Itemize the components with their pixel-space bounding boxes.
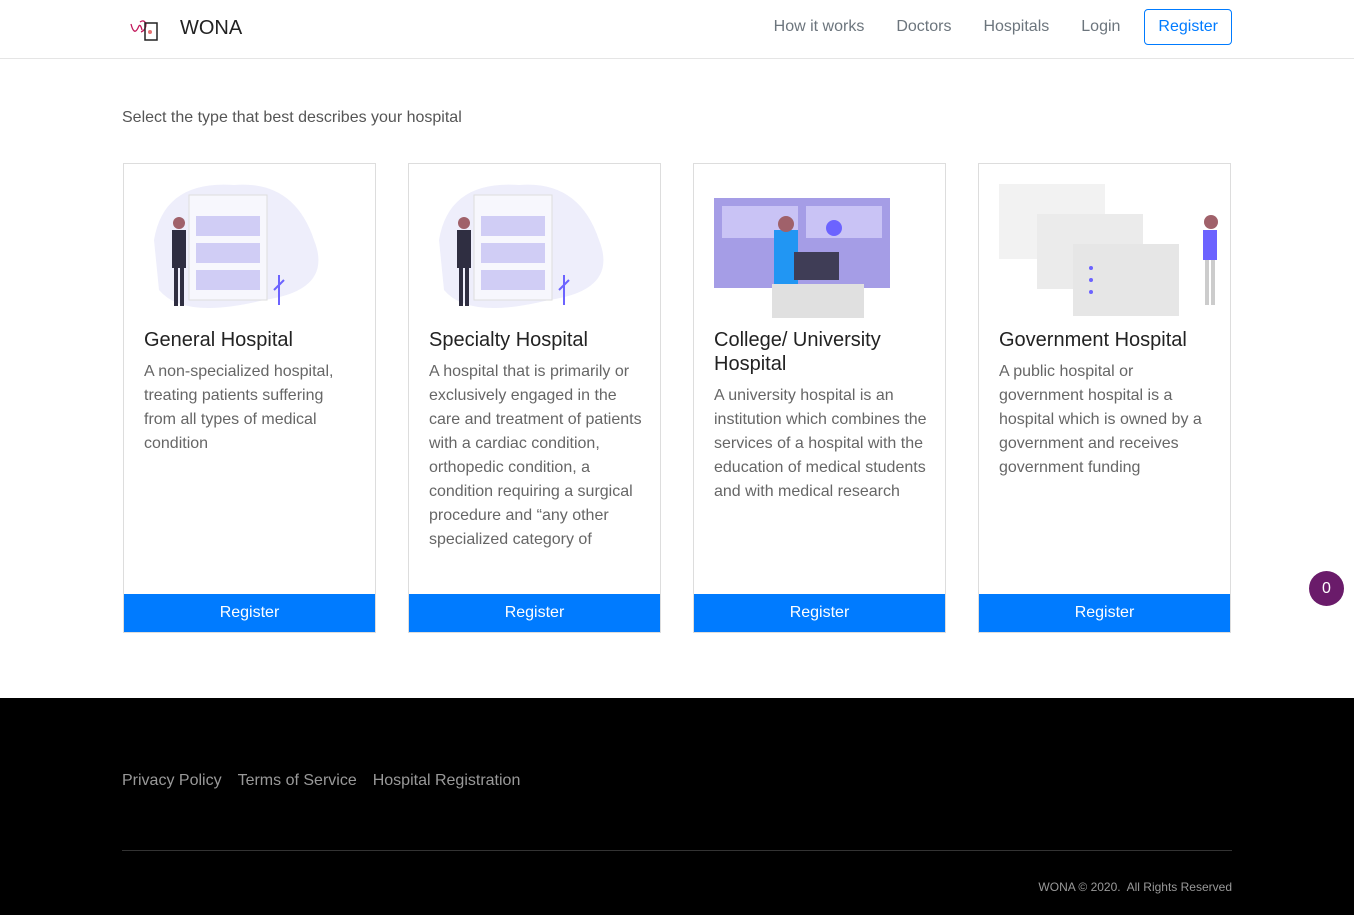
footer-privacy-link[interactable]: Privacy Policy [122, 772, 222, 790]
footer-divider [122, 850, 1232, 851]
card-general-hospital: General Hospital A non-specialized hospi… [123, 163, 376, 633]
copyright: WONA © 2020. All Rights Reserved [1038, 880, 1232, 894]
nav-register-button[interactable]: Register [1144, 9, 1232, 45]
card-title: Specialty Hospital [429, 329, 588, 351]
card-title: General Hospital [144, 329, 293, 351]
card-description: A university hospital is an institution … [714, 387, 927, 500]
students-illustration [714, 198, 890, 318]
register-government-button[interactable]: Register [979, 594, 1230, 632]
documents-illustration [999, 184, 1218, 316]
card-government-hospital: Government Hospital A public hospital or… [978, 163, 1231, 633]
card-university-hospital: College/ University Hospital A universit… [693, 163, 946, 633]
nav-hospitals[interactable]: Hospitals [983, 18, 1049, 36]
card-title: College/ University Hospital [714, 329, 881, 375]
footer-hospital-registration-link[interactable]: Hospital Registration [373, 772, 521, 790]
nav-login[interactable]: Login [1081, 18, 1120, 36]
navbar: WONA How it works Doctors Hospitals Logi… [0, 0, 1354, 59]
nav-how-it-works[interactable]: How it works [774, 18, 865, 36]
doctor-board-illustration [154, 184, 319, 308]
logo-icon[interactable] [128, 14, 160, 44]
nav-doctors[interactable]: Doctors [896, 18, 951, 36]
page-lead: Select the type that best describes your… [122, 109, 462, 126]
register-general-button[interactable]: Register [124, 594, 375, 632]
notification-badge[interactable]: 0 [1309, 571, 1344, 606]
card-specialty-hospital: Specialty Hospital A hospital that is pr… [408, 163, 661, 633]
brand-name[interactable]: WONA [180, 17, 242, 40]
card-description: A non-specialized hospital, treating pat… [144, 363, 334, 452]
doctor-board-illustration [439, 184, 604, 308]
register-university-button[interactable]: Register [694, 594, 945, 632]
card-title: Government Hospital [999, 329, 1187, 351]
register-specialty-button[interactable]: Register [409, 594, 660, 632]
card-description: A hospital that is primarily or exclusiv… [429, 363, 642, 548]
card-description: A public hospital or government hospital… [999, 363, 1202, 476]
footer: Privacy Policy Terms of Service Hospital… [0, 698, 1354, 915]
footer-terms-link[interactable]: Terms of Service [238, 772, 357, 790]
